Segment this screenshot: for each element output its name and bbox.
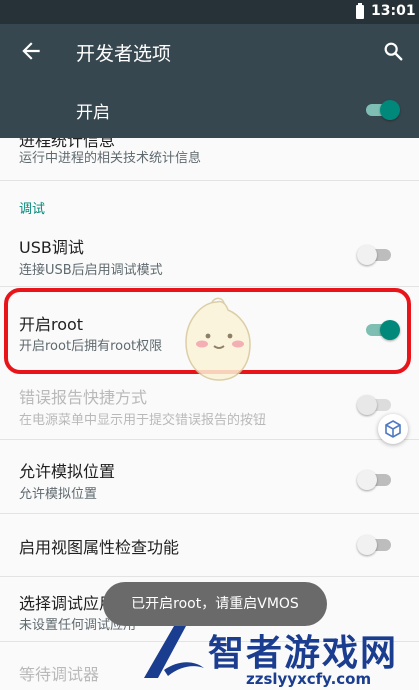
section-header-debug: 调试: [19, 202, 46, 217]
view-attribute-toggle[interactable]: [357, 534, 393, 555]
list-item-summary: 允许模拟位置: [19, 487, 98, 502]
list-item-bug-report: 错误报告快捷方式 在电源菜单中显示用于提交错误报告的按钮: [0, 378, 419, 434]
app-toolbar: 开发者选项: [0, 24, 419, 80]
list-item-mock-location[interactable]: 允许模拟位置 允许模拟位置: [0, 448, 419, 510]
list-item-title: 选择调试应用: [19, 594, 116, 613]
list-item-title: 等待调试器: [19, 665, 100, 684]
mock-location-toggle[interactable]: [357, 469, 393, 490]
list-item-summary: 在电源菜单中显示用于提交错误报告的按钮: [19, 413, 267, 428]
watermark-mark-icon: [144, 626, 204, 678]
floating-side-button[interactable]: [378, 414, 408, 444]
watermark-logo: 智者游戏网 zzslyyxcfy.com: [138, 616, 419, 690]
divider: [0, 286, 419, 287]
master-switch-bar[interactable]: 开启: [0, 80, 419, 138]
list-item-process-stats[interactable]: 进程统计信息 运行中进程的相关技术统计信息: [0, 138, 419, 182]
watermark-brand: 智者游戏网: [208, 633, 399, 674]
list-item-summary: 运行中进程的相关技术统计信息: [19, 151, 202, 166]
usb-debug-toggle[interactable]: [357, 244, 393, 265]
list-item-title: 允许模拟位置: [19, 462, 116, 481]
status-bar: 13:01: [0, 0, 419, 24]
divider: [0, 576, 419, 577]
watermark-url: zzslyyxcfy.com: [246, 670, 372, 688]
page-title: 开发者选项: [76, 43, 172, 65]
list-item-title: 错误报告快捷方式: [19, 388, 148, 407]
back-arrow-icon[interactable]: [18, 38, 44, 64]
list-item-title: USB调试: [19, 238, 84, 257]
divider: [0, 439, 419, 440]
list-item-view-attribute[interactable]: 启用视图属性检查功能: [0, 514, 419, 574]
battery-icon: [356, 3, 364, 19]
bug-report-toggle: [357, 394, 393, 415]
list-item-usb-debug[interactable]: USB调试 连接USB后启用调试模式: [0, 224, 419, 284]
list-item-summary: 连接USB后启用调试模式: [19, 263, 163, 278]
list-item-title: 启用视图属性检查功能: [19, 538, 180, 557]
cube-icon: [385, 420, 401, 438]
divider: [0, 180, 419, 181]
master-toggle[interactable]: [364, 99, 400, 120]
status-time: 13:01: [371, 3, 416, 19]
mascot-icon: [185, 297, 251, 381]
search-icon[interactable]: [382, 40, 404, 62]
master-switch-label: 开启: [76, 103, 110, 123]
